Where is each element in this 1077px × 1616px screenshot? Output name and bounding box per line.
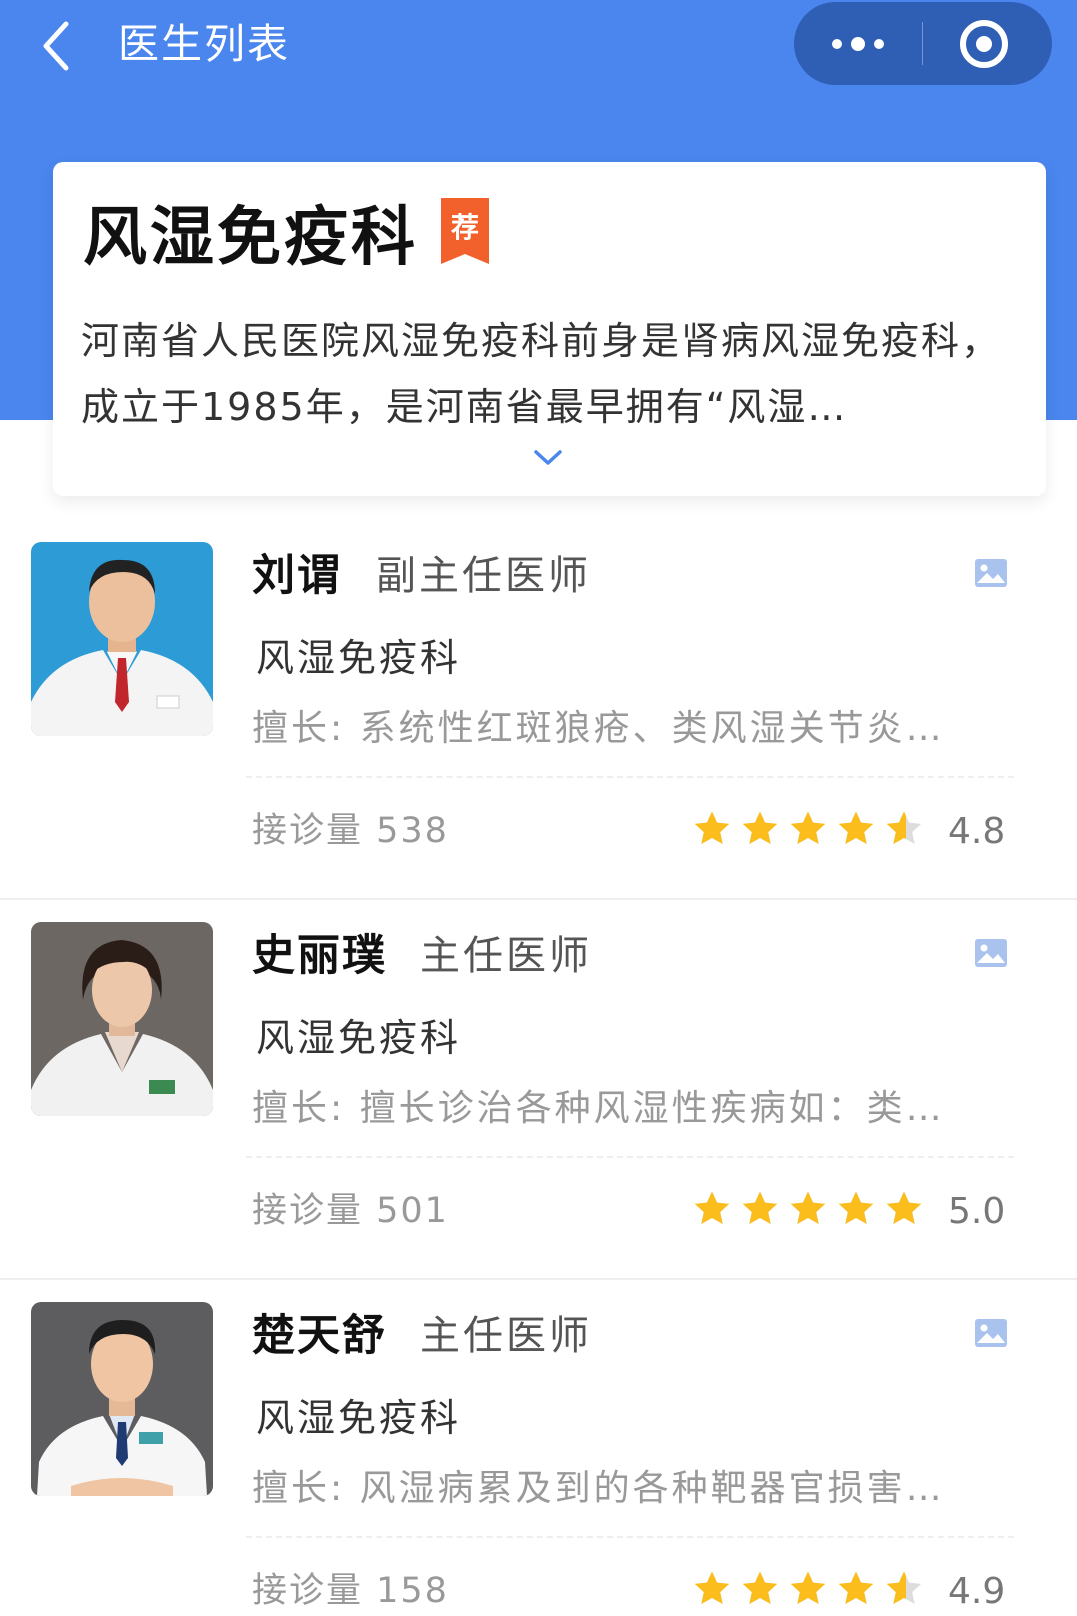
doctor-title: 主任医师	[420, 933, 592, 979]
star-icon	[838, 811, 874, 844]
star-icon	[886, 811, 922, 844]
target-circle-icon	[960, 20, 1008, 68]
doctor-avatar	[31, 542, 213, 736]
consult-count: 接诊量 501	[252, 1191, 449, 1231]
doctor-name: 楚天舒	[252, 1311, 387, 1361]
doctor-avatar	[31, 922, 213, 1116]
doctor-title: 副主任医师	[376, 553, 591, 599]
star-icon	[790, 811, 826, 844]
star-icon	[694, 811, 730, 844]
star-icon	[790, 1571, 826, 1604]
more-button[interactable]	[794, 2, 922, 85]
doctor-avatar	[31, 1302, 213, 1496]
rating-score: 5.0	[948, 1191, 1006, 1232]
doctor-specialty: 擅长: 擅长诊治各种风湿性疾病如：类…	[252, 1088, 945, 1129]
rating-stars	[692, 809, 932, 849]
star-icon	[838, 1191, 874, 1224]
doctor-item[interactable]: 刘谓 副主任医师 风湿免疫科 擅长: 系统性红斑狼疮、类风湿关节炎… 接诊量 5…	[0, 520, 1077, 900]
doctor-name: 刘谓	[252, 551, 342, 601]
star-icon	[886, 1191, 922, 1224]
consult-count: 接诊量 538	[252, 811, 449, 851]
mini-program-capsule	[794, 2, 1052, 85]
image-icon[interactable]	[974, 938, 1008, 968]
doctor-item[interactable]: 楚天舒 主任医师 风湿免疫科 擅长: 风湿病累及到的各种靶器官损害… 接诊量 1…	[0, 1280, 1077, 1616]
doctor-department: 风湿免疫科	[256, 636, 462, 680]
doctor-item[interactable]: 史丽璞 主任医师 风湿免疫科 擅长: 擅长诊治各种风湿性疾病如：类… 接诊量 5…	[0, 900, 1077, 1280]
department-description: 河南省人民医院风湿免疫科前身是肾病风湿免疫科，成立于1985年，是河南省最早拥有…	[81, 319, 1002, 429]
star-icon	[790, 1191, 826, 1224]
rating-stars	[692, 1569, 932, 1609]
doctor-department: 风湿免疫科	[256, 1016, 462, 1060]
divider	[246, 1536, 1014, 1538]
doctor-department: 风湿免疫科	[256, 1396, 462, 1440]
department-card: 风湿免疫科 荐 河南省人民医院风湿免疫科前身是肾病风湿免疫科，成立于1985年，…	[53, 162, 1046, 496]
navigation-bar: 医生列表	[0, 0, 1077, 95]
star-icon	[742, 1571, 778, 1604]
doctor-name: 史丽璞	[252, 931, 387, 981]
doctor-specialty: 擅长: 风湿病累及到的各种靶器官损害…	[252, 1468, 945, 1509]
capsule-divider	[922, 22, 923, 65]
chevron-down-icon	[534, 450, 562, 465]
rating-stars	[692, 1189, 932, 1229]
star-icon	[694, 1191, 730, 1224]
star-icon	[742, 1191, 778, 1224]
divider	[246, 776, 1014, 778]
chevron-left-icon	[43, 21, 69, 71]
consult-count: 接诊量 158	[252, 1571, 449, 1611]
page-title: 医生列表	[118, 20, 290, 68]
department-name: 风湿免疫科	[83, 201, 418, 275]
star-icon	[694, 1571, 730, 1604]
star-icon	[742, 811, 778, 844]
expand-button[interactable]	[526, 443, 570, 473]
star-icon	[838, 1571, 874, 1604]
recommend-badge: 荐	[439, 198, 491, 266]
image-icon[interactable]	[974, 558, 1008, 588]
rating-score: 4.8	[948, 811, 1006, 852]
doctor-specialty: 擅长: 系统性红斑狼疮、类风湿关节炎…	[252, 708, 945, 749]
back-button[interactable]	[36, 18, 80, 74]
rating-score: 4.9	[948, 1571, 1006, 1612]
image-icon[interactable]	[974, 1318, 1008, 1348]
divider	[246, 1156, 1014, 1158]
more-dots-icon	[832, 37, 884, 51]
close-button[interactable]	[924, 2, 1052, 85]
doctor-title: 主任医师	[420, 1313, 592, 1359]
star-icon	[886, 1571, 922, 1604]
